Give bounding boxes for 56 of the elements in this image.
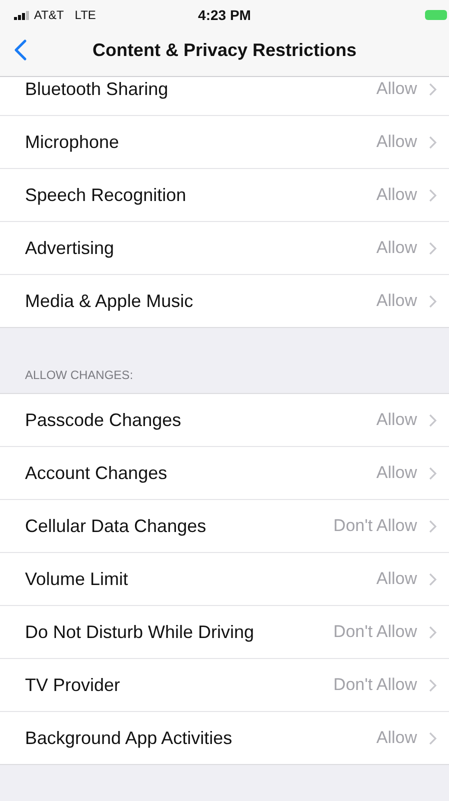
row-value: Don't Allow (333, 622, 417, 642)
battery-icon (425, 9, 449, 21)
row-label: Speech Recognition (25, 184, 188, 206)
settings-row[interactable]: Bluetooth Sharing Allow (0, 77, 449, 116)
row-label: Microphone (25, 132, 120, 152)
row-value: Allow (376, 463, 417, 483)
row-value: Allow (376, 185, 417, 205)
row-value: Allow (376, 238, 417, 258)
row-value: Don't Allow (333, 675, 417, 695)
settings-row[interactable]: Account Changes Allow (0, 447, 449, 500)
settings-row[interactable]: Volume Limit Allow (0, 553, 449, 606)
back-chevron-icon[interactable] (14, 39, 27, 61)
settings-row[interactable]: TV Provider Don't Allow (0, 659, 449, 712)
carrier-name: AT&T (34, 8, 64, 22)
settings-row[interactable]: Do Not Disturb While Driving Don't Allow (0, 606, 449, 659)
settings-row[interactable]: Passcode Changes Allow (0, 394, 449, 447)
chevron-icon (429, 678, 437, 692)
row-value: Allow (376, 79, 417, 99)
settings-row[interactable]: Speech Recognition Allow (0, 169, 449, 222)
row-value: Don't Allow (333, 516, 417, 536)
row-label: Do Not Disturb While Driving (25, 622, 256, 642)
row-label: Advertising (25, 238, 116, 258)
status-time: 4:23 PM (197, 7, 252, 23)
settings-row[interactable]: Cellular Data Changes Don't Allow (0, 500, 449, 553)
chevron-icon (429, 732, 437, 744)
row-label: Bluetooth Sharing (25, 78, 170, 100)
network-type: LTE (74, 8, 96, 22)
chevron-icon (429, 136, 437, 148)
row-label: Volume Limit (25, 568, 130, 590)
settings-row[interactable]: Microphone Allow (0, 116, 449, 169)
chevron-icon (429, 82, 437, 96)
row-value: Allow (376, 569, 417, 589)
row-label: Background App Activities (25, 728, 234, 748)
row-value: Allow (376, 132, 417, 152)
chevron-icon (429, 188, 437, 202)
row-value: Allow (376, 728, 417, 748)
nav-title: Content & Privacy Restrictions (91, 40, 358, 60)
signal-icon (14, 10, 31, 20)
row-label: Account Changes (25, 462, 168, 484)
chevron-icon (429, 466, 437, 480)
chevron-icon (429, 572, 437, 586)
row-label: Cellular Data Changes (25, 516, 208, 536)
chevron-icon (429, 414, 437, 426)
chevron-icon (429, 242, 437, 254)
row-label: Media & Apple Music (25, 290, 194, 312)
chevron-icon (429, 520, 437, 532)
settings-row[interactable]: Advertising Allow (0, 222, 449, 275)
settings-row[interactable]: Background App Activities Allow (0, 712, 449, 764)
chevron-icon (429, 294, 437, 308)
row-value: Allow (376, 410, 417, 430)
row-label: Passcode Changes (25, 410, 182, 430)
section-header: ALLOW CHANGES: (25, 368, 134, 382)
chevron-icon (429, 626, 437, 638)
settings-row[interactable]: Media & Apple Music Allow (0, 275, 449, 327)
row-value: Allow (376, 291, 417, 311)
row-label: TV Provider (25, 674, 122, 696)
